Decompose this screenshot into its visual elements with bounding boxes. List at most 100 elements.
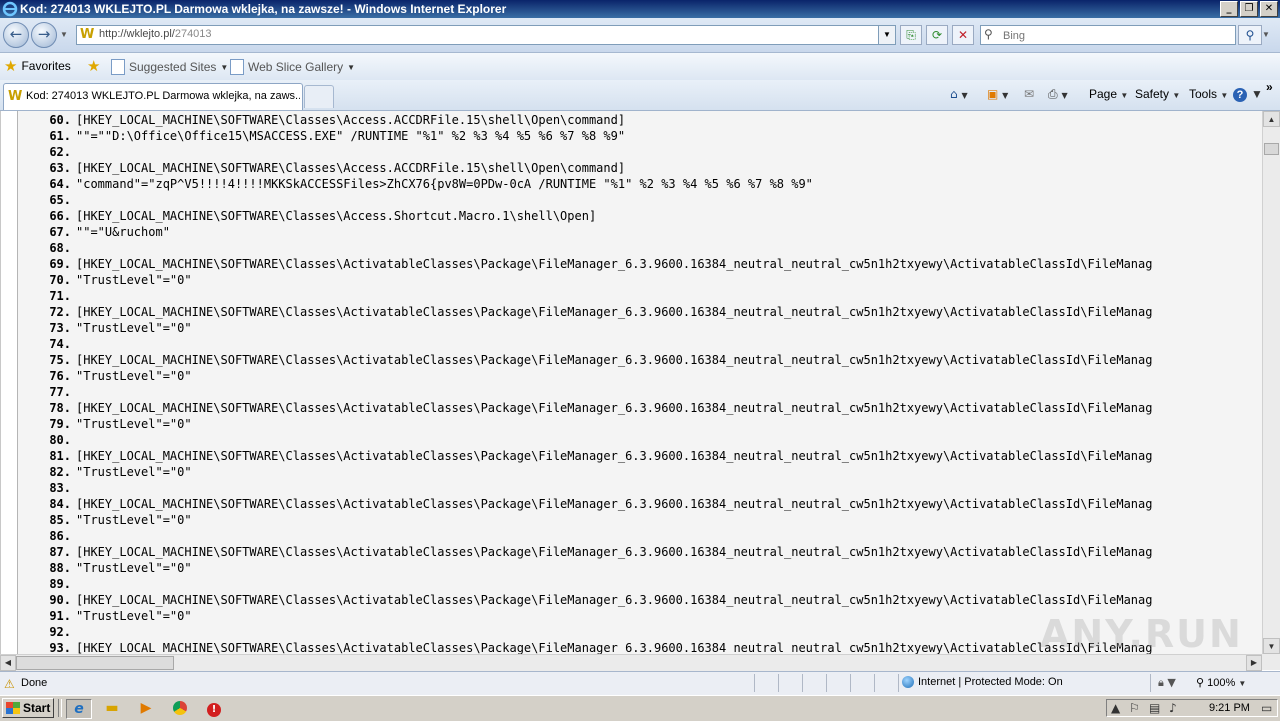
line-number: 84. [49, 497, 71, 511]
protected-mode-lock-icon[interactable]: 🔒︎ ▼ [1158, 676, 1176, 690]
print-button[interactable]: ⎙ ▼ [1048, 87, 1068, 102]
close-button[interactable]: ✕ [1260, 1, 1278, 17]
line-number: 70. [49, 273, 71, 287]
line-number: 80. [49, 433, 71, 447]
zoom-level[interactable]: ⚲ 100% ▼ [1196, 676, 1246, 689]
status-pane [1150, 674, 1151, 692]
home-button[interactable]: ⌂ ▼ [950, 87, 968, 101]
address-bar[interactable]: W http://wklejto.pl/274013 ▼ [76, 25, 896, 45]
line-number: 78. [49, 401, 71, 415]
status-bar: ⚠ Done Internet | Protected Mode: On 🔒︎ … [0, 671, 1280, 695]
anyrun-watermark: ANY.RUN [1040, 612, 1243, 656]
vertical-scroll-thumb[interactable] [1264, 143, 1279, 155]
line-number: 81. [49, 449, 71, 463]
stop-icon: ✕ [957, 28, 969, 42]
line-number: 68. [49, 241, 71, 255]
refresh-icon: ⟳ [931, 28, 943, 42]
status-pane [802, 674, 803, 692]
site-favicon-icon: W [80, 27, 95, 42]
line-text: ""=""D:\Office\Office15\MSACCESS.EXE" /R… [76, 129, 626, 143]
line-number: 87. [49, 545, 71, 559]
internet-explorer-taskbar-icon[interactable]: e [66, 699, 92, 719]
line-number: 62. [49, 145, 71, 159]
forward-button[interactable]: → [31, 22, 57, 48]
line-number: 61. [49, 129, 71, 143]
warning-icon: ⚠ [4, 677, 15, 691]
line-number: 76. [49, 369, 71, 383]
line-text: "TrustLevel"="0" [76, 321, 192, 335]
minimize-button[interactable]: _ [1220, 1, 1238, 17]
web-slice-gallery-button[interactable]: Web Slice Gallery ▼ [230, 59, 355, 75]
line-number: 73. [49, 321, 71, 335]
line-text: [HKEY_LOCAL_MACHINE\SOFTWARE\Classes\Act… [76, 401, 1153, 415]
back-button[interactable]: ← [3, 22, 29, 48]
tab-active[interactable]: W Kod: 274013 WKLEJTO.PL Darmowa wklejka… [3, 83, 303, 110]
back-arrow-icon: ← [9, 25, 23, 43]
start-button[interactable]: Start [2, 698, 54, 718]
address-dropdown-icon[interactable]: ▼ [878, 26, 895, 44]
search-box[interactable]: ⚲ [980, 25, 1236, 45]
line-text: "TrustLevel"="0" [76, 273, 192, 287]
safety-menu[interactable]: Safety ▼ [1135, 87, 1180, 101]
media-player-icon[interactable]: ▶ [136, 699, 156, 717]
network-icon[interactable]: ▤ [1149, 701, 1160, 715]
address-url[interactable]: http://wklejto.pl/274013 [99, 28, 212, 40]
line-number: 74. [49, 337, 71, 351]
more-commands-icon[interactable]: » [1266, 80, 1273, 94]
favorites-bar: ★ Favorites ★ Suggested Sites ▼ Web Slic… [0, 53, 1280, 81]
tools-menu[interactable]: Tools ▼ [1189, 87, 1228, 101]
line-text: [HKEY_LOCAL_MACHINE\SOFTWARE\Classes\Act… [76, 257, 1153, 271]
windows-flag-icon [6, 702, 20, 714]
security-app-icon[interactable]: ! [204, 699, 224, 717]
security-zone[interactable]: Internet | Protected Mode: On [902, 676, 1063, 688]
zoom-icon: ⚲ [1196, 677, 1205, 689]
volume-icon[interactable]: ♪ [1169, 701, 1177, 715]
help-dropdown[interactable]: ▼ [1251, 87, 1263, 101]
printer-icon: ⎙ [1048, 87, 1058, 101]
search-button[interactable]: ⚲ [1238, 25, 1262, 45]
chrome-icon[interactable] [170, 699, 190, 717]
recent-pages-dropdown[interactable]: ▼ [60, 30, 68, 39]
show-desktop-icon[interactable]: ▭ [1261, 701, 1272, 715]
help-icon[interactable]: ? [1233, 88, 1247, 102]
compatibility-view-button[interactable]: ⎘ [900, 25, 922, 45]
page-left-margin [1, 111, 18, 654]
show-hidden-icons-icon[interactable]: ▲ [1111, 701, 1120, 715]
line-number: 63. [49, 161, 71, 175]
line-text: [HKEY_LOCAL_MACHINE\SOFTWARE\Classes\Acc… [76, 209, 597, 223]
read-mail-button[interactable]: ✉ [1024, 87, 1034, 101]
zone-label: Internet | Protected Mode: On [918, 676, 1063, 688]
status-pane [778, 674, 779, 692]
feeds-button[interactable]: ▣ ▼ [987, 87, 1008, 101]
chevron-down-icon: ▼ [347, 62, 356, 72]
explorer-folder-icon[interactable]: ▬ [102, 699, 122, 717]
navigation-bar: ← → ▼ W http://wklejto.pl/274013 ▼ ⎘ ⟳ ✕… [0, 18, 1280, 53]
rss-feed-icon: ▣ [987, 87, 999, 101]
favorites-button[interactable]: ★ Favorites [4, 59, 71, 74]
line-number: 83. [49, 481, 71, 495]
new-tab-button[interactable] [304, 85, 334, 108]
horizontal-scrollbar[interactable]: ◀ ▶ [0, 654, 1262, 671]
line-text: "TrustLevel"="0" [76, 609, 192, 623]
suggested-sites-button[interactable]: Suggested Sites ▼ [111, 59, 228, 75]
add-to-favorites-bar-button[interactable]: ★ [87, 59, 100, 74]
taskbar-clock[interactable]: 9:21 PM [1209, 702, 1250, 714]
line-number: 93. [49, 641, 71, 654]
line-number: 60. [49, 113, 71, 127]
page-menu[interactable]: Page ▼ [1089, 87, 1128, 101]
search-options-dropdown[interactable]: ▼ [1262, 30, 1270, 39]
scroll-down-icon[interactable]: ▼ [1263, 638, 1280, 654]
vertical-scrollbar[interactable]: ▲ ▼ [1262, 111, 1280, 654]
status-pane [898, 674, 899, 692]
restore-button[interactable]: ❐ [1240, 1, 1258, 17]
safety-menu-label: Safety [1135, 87, 1170, 101]
refresh-button[interactable]: ⟳ [926, 25, 948, 45]
scroll-left-icon[interactable]: ◀ [0, 655, 16, 671]
horizontal-scroll-thumb[interactable] [16, 656, 174, 670]
action-center-flag-icon[interactable]: ⚐ [1129, 701, 1140, 715]
scroll-right-icon[interactable]: ▶ [1246, 655, 1262, 671]
scroll-up-icon[interactable]: ▲ [1263, 111, 1280, 127]
status-pane [826, 674, 827, 692]
search-input[interactable] [1001, 27, 1225, 44]
stop-button[interactable]: ✕ [952, 25, 974, 45]
